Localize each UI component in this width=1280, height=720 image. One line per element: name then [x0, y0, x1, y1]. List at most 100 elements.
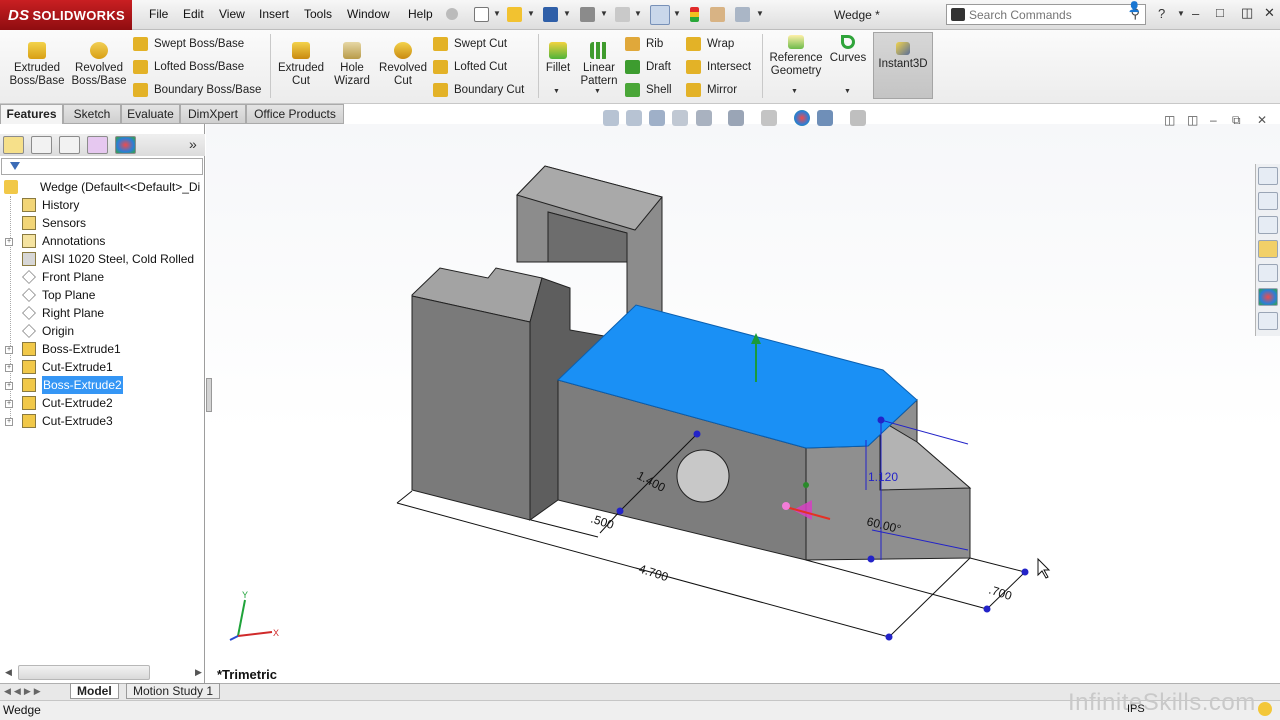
boundary-boss-button[interactable]: Boundary Boss/Base: [133, 81, 261, 99]
menu-window[interactable]: Window: [347, 7, 390, 21]
maximize-icon[interactable]: □: [1216, 5, 1224, 20]
user-icon[interactable]: 👤: [1128, 2, 1140, 13]
tab-sketch[interactable]: Sketch: [63, 104, 121, 124]
chevron-down-icon[interactable]: ▼: [791, 88, 798, 95]
displaymanager-tab-icon[interactable]: [115, 136, 136, 154]
wrap-button[interactable]: Wrap: [686, 35, 734, 53]
expand-icon[interactable]: +: [5, 238, 13, 246]
lofted-boss-button[interactable]: Lofted Boss/Base: [133, 58, 244, 76]
chevron-down-icon[interactable]: ▼: [1177, 9, 1185, 18]
expand-icon[interactable]: +: [5, 400, 13, 408]
help-icon[interactable]: ?: [1158, 6, 1165, 21]
swept-boss-button[interactable]: Swept Boss/Base: [133, 35, 244, 53]
dimension-height[interactable]: 1.120: [868, 470, 898, 484]
tab-model[interactable]: Model: [70, 683, 119, 699]
undo-icon[interactable]: [615, 7, 630, 22]
viewport-close-icon[interactable]: ✕: [1257, 113, 1267, 127]
options-icon[interactable]: [735, 7, 750, 22]
chevron-down-icon[interactable]: ▼: [844, 88, 851, 95]
dimension-width[interactable]: .700: [987, 583, 1014, 604]
open-folder-icon[interactable]: [507, 7, 522, 22]
chevron-down-icon[interactable]: ▼: [634, 9, 642, 18]
chevron-down-icon[interactable]: ▼: [527, 9, 535, 18]
scroll-left-icon[interactable]: ◀: [5, 667, 12, 678]
select-pointer-icon[interactable]: [650, 5, 670, 25]
scroll-right-icon[interactable]: ▶: [195, 667, 202, 678]
expand-icon[interactable]: +: [5, 364, 13, 372]
menu-help[interactable]: Help: [408, 7, 433, 21]
file-properties-icon[interactable]: [710, 7, 725, 22]
file-explorer-icon[interactable]: [1258, 240, 1278, 258]
home-icon[interactable]: [1258, 192, 1278, 210]
chevron-down-icon[interactable]: ▼: [553, 88, 560, 95]
close-icon[interactable]: ✕: [1264, 5, 1275, 21]
solidworks-resources-icon[interactable]: [1258, 167, 1278, 185]
fillet-button[interactable]: Fillet: [540, 42, 576, 75]
chevron-down-icon[interactable]: ▼: [493, 9, 501, 18]
pin-icon[interactable]: [446, 8, 458, 20]
reference-geometry-button[interactable]: Reference Geometry: [766, 35, 826, 78]
revolved-boss-button[interactable]: Revolved Boss/Base: [70, 42, 128, 88]
boundary-cut-button[interactable]: Boundary Cut: [433, 81, 524, 99]
expand-icon[interactable]: +: [5, 418, 13, 426]
hole-wizard-button[interactable]: Hole Wizard: [330, 42, 374, 88]
tab-evaluate[interactable]: Evaluate: [121, 104, 180, 124]
triad-handle[interactable]: [782, 502, 790, 510]
solidworks-logo[interactable]: DS SOLIDWORKS: [0, 0, 132, 30]
print-icon[interactable]: [580, 7, 595, 22]
chevron-down-icon[interactable]: ▼: [673, 9, 681, 18]
tree-filter[interactable]: [1, 158, 203, 175]
rib-button[interactable]: Rib: [625, 35, 663, 53]
tab-motion-study[interactable]: Motion Study 1: [126, 683, 221, 699]
dimension-length[interactable]: 4.700: [637, 562, 670, 585]
tab-dimxpert[interactable]: DimXpert: [180, 104, 246, 124]
expand-icon[interactable]: +: [5, 382, 13, 390]
new-document-icon[interactable]: [474, 7, 489, 22]
menu-tools[interactable]: Tools: [304, 7, 332, 21]
view-palette-icon[interactable]: [1258, 264, 1278, 282]
extruded-cut-button[interactable]: Extruded Cut: [274, 42, 328, 88]
featuremanager-tab-icon[interactable]: [3, 136, 24, 154]
expand-tabs-icon[interactable]: »: [189, 136, 197, 152]
chevron-down-icon[interactable]: ▼: [563, 9, 571, 18]
search-commands[interactable]: ⚲: [946, 4, 1146, 25]
linear-pattern-button[interactable]: Linear Pattern: [577, 42, 621, 88]
tab-features[interactable]: Features: [0, 104, 63, 124]
chevron-down-icon[interactable]: ▼: [756, 9, 764, 18]
save-icon[interactable]: [543, 7, 558, 22]
configurationmanager-tab-icon[interactable]: [59, 136, 80, 154]
minimize-icon[interactable]: –: [1192, 6, 1199, 21]
status-info-icon[interactable]: [1258, 702, 1272, 716]
model-view[interactable]: 1.400 .500 4.700 1.120 60.00° .700 Y X: [206, 124, 1255, 684]
menu-view[interactable]: View: [219, 7, 245, 21]
search-input[interactable]: [969, 7, 1119, 22]
appearances-icon[interactable]: [1258, 288, 1278, 306]
chevron-down-icon[interactable]: ▼: [594, 88, 601, 95]
rebuild-traffic-light-icon[interactable]: [690, 7, 699, 22]
shell-button[interactable]: Shell: [625, 81, 672, 99]
dimxpertmanager-tab-icon[interactable]: [87, 136, 108, 154]
design-library-icon[interactable]: [1258, 216, 1278, 234]
triad-y-handle[interactable]: [803, 482, 809, 488]
hole[interactable]: [676, 449, 730, 503]
horizontal-scrollbar[interactable]: [18, 665, 150, 680]
lofted-cut-button[interactable]: Lofted Cut: [433, 58, 507, 76]
menu-file[interactable]: File: [149, 7, 168, 21]
left-block-front-face[interactable]: [411, 295, 531, 521]
custom-properties-icon[interactable]: [1258, 312, 1278, 330]
swept-cut-button[interactable]: Swept Cut: [433, 35, 507, 53]
restore-icon[interactable]: ◫: [1241, 5, 1253, 21]
dimension-hole-offset[interactable]: .500: [589, 512, 616, 533]
unit-system[interactable]: IPS: [1127, 703, 1145, 715]
extruded-boss-button[interactable]: Extruded Boss/Base: [6, 42, 68, 88]
revolved-cut-button[interactable]: Revolved Cut: [377, 42, 429, 88]
menu-edit[interactable]: Edit: [183, 7, 204, 21]
expand-icon[interactable]: +: [5, 346, 13, 354]
menu-insert[interactable]: Insert: [259, 7, 289, 21]
panel-collapse-handle[interactable]: [206, 378, 212, 412]
curves-button[interactable]: Curves: [828, 35, 868, 65]
propertymanager-tab-icon[interactable]: [31, 136, 52, 154]
intersect-button[interactable]: Intersect: [686, 58, 751, 76]
mirror-button[interactable]: Mirror: [686, 81, 737, 99]
chevron-down-icon[interactable]: ▼: [600, 9, 608, 18]
